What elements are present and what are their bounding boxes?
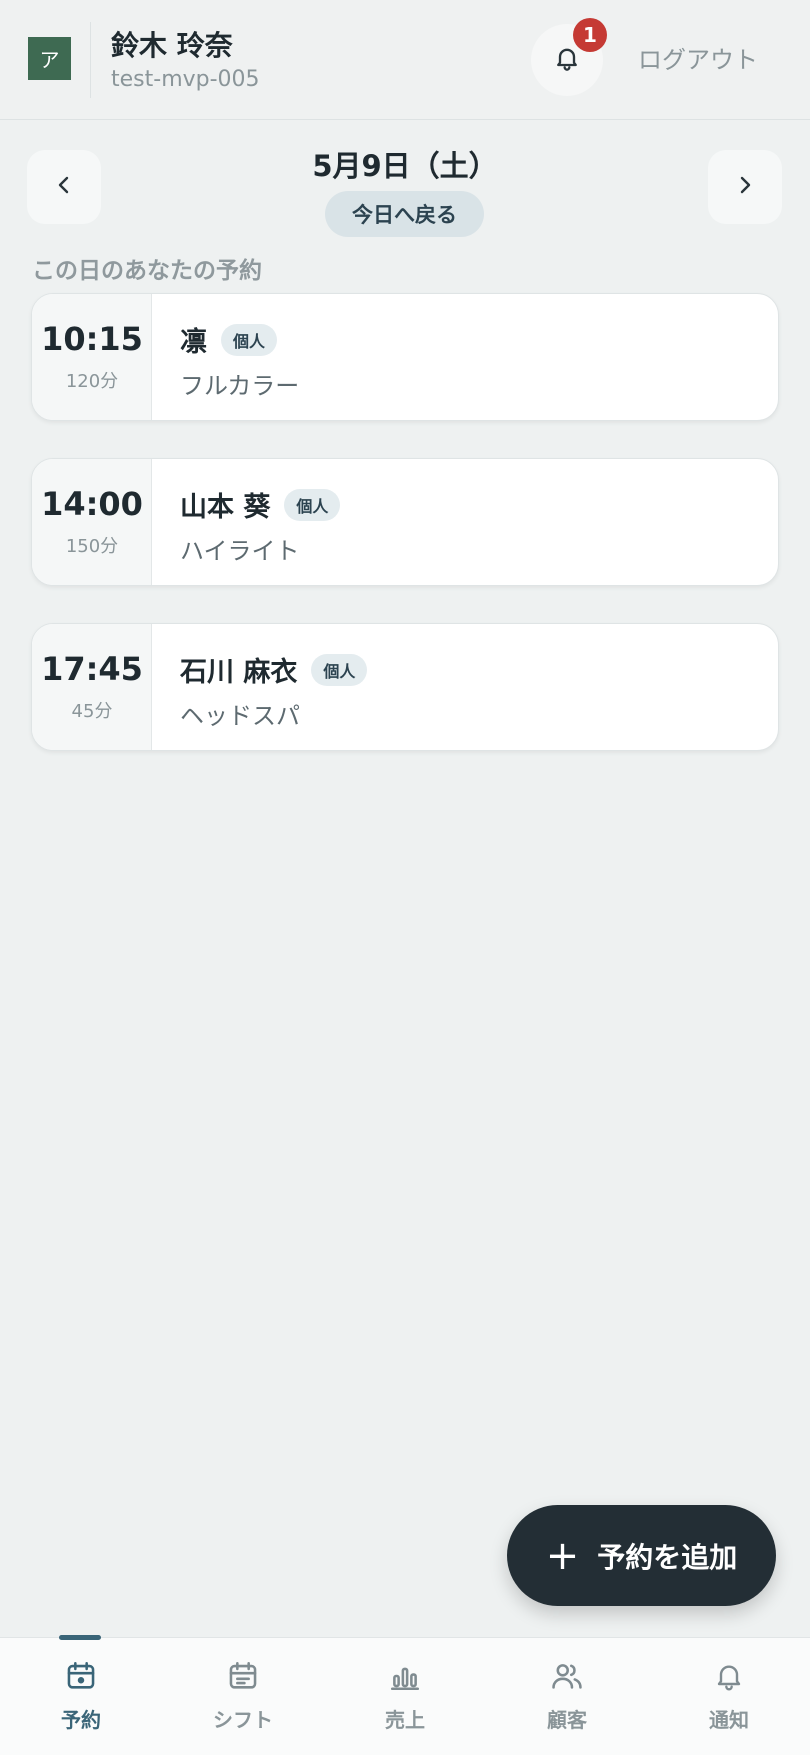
bottom-navigation: 予約 シフト 売上 顧客 通知: [0, 1635, 810, 1755]
customer-name: 山本 葵 個人: [180, 485, 341, 524]
tab-customers[interactable]: 顧客: [486, 1638, 648, 1755]
header-divider: [90, 22, 91, 98]
app-header: ア 鈴木 玲奈 test-mvp-005 1 ログアウト: [0, 0, 810, 120]
reservation-card[interactable]: 14:00 150分 山本 葵 個人 ハイライト: [31, 458, 779, 586]
customer-name: 凛 個人: [180, 320, 278, 359]
service-menu: ヘッドスパ: [180, 702, 300, 730]
tab-reservations[interactable]: 予約: [0, 1638, 162, 1755]
reservation-time-block: 14:00 150分: [32, 459, 152, 585]
tab-label: 顧客: [547, 1708, 587, 1732]
salon-logo: ア: [28, 37, 71, 80]
service-menu: フルカラー: [180, 372, 300, 400]
calendar-icon: [63, 1658, 99, 1694]
reservation-type-tag: 個人: [284, 488, 341, 521]
plus-icon: +: [545, 1532, 580, 1579]
user-name: 鈴木 玲奈: [111, 29, 233, 62]
customer-name-text: 石川 麻衣: [180, 657, 298, 688]
tab-label: シフト: [213, 1708, 273, 1732]
users-icon: [549, 1658, 585, 1694]
bell-icon: [711, 1658, 747, 1694]
customer-name-text: 山本 葵: [180, 492, 271, 523]
customer-name: 石川 麻衣 個人: [180, 650, 368, 689]
notification-badge: 1: [573, 18, 607, 52]
reservation-time: 10:15: [41, 320, 143, 358]
logout-button[interactable]: ログアウト: [638, 40, 758, 75]
tab-shift[interactable]: シフト: [162, 1638, 324, 1755]
reservation-duration: 150分: [65, 536, 119, 557]
user-id: test-mvp-005: [111, 67, 260, 92]
add-reservation-button[interactable]: + 予約を追加: [507, 1505, 776, 1606]
reservation-type-tag: 個人: [311, 653, 368, 686]
reservation-duration: 120分: [65, 371, 119, 392]
reservation-card[interactable]: 10:15 120分 凛 個人 フルカラー: [31, 293, 779, 421]
schedule-icon: [225, 1658, 261, 1694]
reservation-time: 17:45: [41, 650, 143, 688]
reservation-time-block: 17:45 45分: [32, 624, 152, 750]
add-reservation-label: 予約を追加: [597, 1540, 738, 1574]
tab-label: 予約: [61, 1708, 101, 1732]
bell-icon: [553, 44, 581, 76]
chevron-right-icon: [733, 173, 757, 201]
bar-chart-icon: [387, 1658, 423, 1694]
reservation-time-block: 10:15 120分: [32, 294, 152, 420]
reservation-card[interactable]: 17:45 45分 石川 麻衣 個人 ヘッドスパ: [31, 623, 779, 751]
tab-label: 売上: [385, 1708, 425, 1732]
next-day-button[interactable]: [708, 150, 782, 224]
back-to-today-button[interactable]: 今日へ戻る: [325, 191, 484, 237]
current-date: 5月9日（土）: [312, 149, 498, 183]
tab-label: 通知: [709, 1708, 749, 1732]
tab-sales[interactable]: 売上: [324, 1638, 486, 1755]
section-label: この日のあなたの予約: [32, 258, 262, 284]
reservation-time: 14:00: [41, 485, 143, 523]
reservation-duration: 45分: [71, 701, 113, 722]
customer-name-text: 凛: [180, 327, 207, 358]
tab-notifications[interactable]: 通知: [648, 1638, 810, 1755]
service-menu: ハイライト: [180, 537, 300, 565]
reservation-type-tag: 個人: [221, 323, 278, 356]
